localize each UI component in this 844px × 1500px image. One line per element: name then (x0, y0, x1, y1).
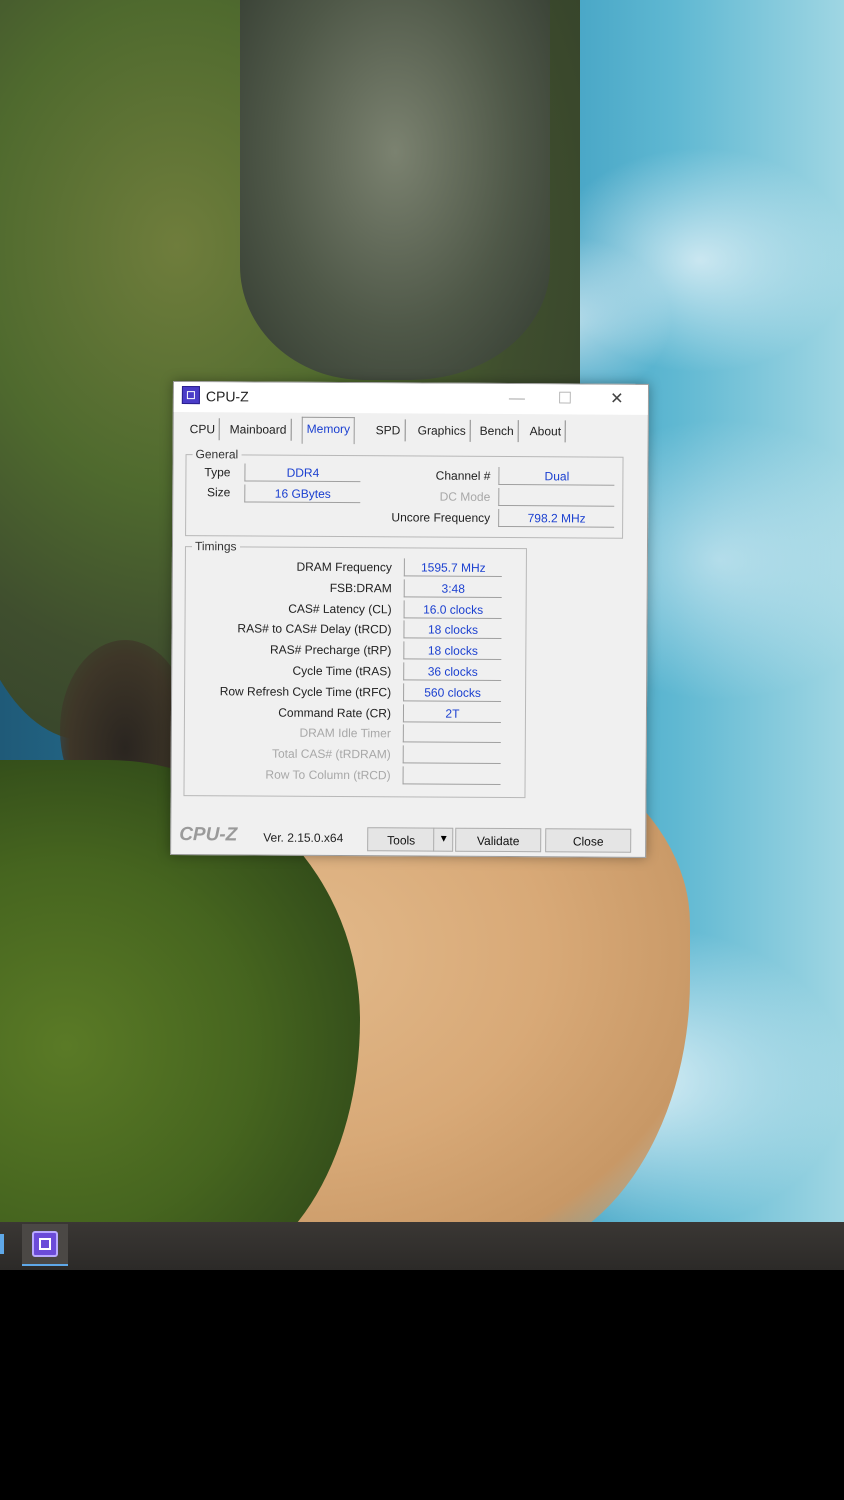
timings-group: Timings DRAM Frequency 1595.7 MHz FSB:DRAM… (183, 539, 527, 799)
uncore-frequency-label: Uncore Frequency (391, 510, 491, 525)
timing-label: Total CAS# (tRDRAM) (271, 746, 391, 762)
cpuz-app-icon (181, 386, 200, 405)
timing-value: 18 clocks (403, 641, 502, 661)
tab-mainboard[interactable]: Mainboard (225, 418, 292, 441)
timing-value: 36 clocks (403, 662, 502, 682)
close-window-button[interactable]: ✕ (594, 385, 640, 415)
general-group-label: General (192, 447, 242, 462)
timing-value: 18 clocks (403, 620, 502, 640)
timing-value: 3:48 (403, 579, 502, 598)
timing-label: Cycle Time (tRAS) (292, 663, 392, 679)
size-value: 16 GBytes (244, 484, 361, 504)
cpuz-window: CPU-Z — ☐ ✕ CPU Mainboard Memory SPD Gra… (170, 381, 649, 858)
timing-label: CAS# Latency (CL) (288, 601, 392, 616)
timing-label: RAS# to CAS# Delay (tRCD) (237, 621, 392, 637)
timing-value: 1595.7 MHz (403, 558, 502, 578)
validate-button[interactable]: Validate (455, 827, 542, 853)
taskbar-cpuz-button[interactable] (22, 1224, 68, 1266)
type-label: Type (204, 465, 231, 480)
wallpaper-rock (240, 0, 550, 380)
close-button[interactable]: Close (545, 828, 632, 853)
tab-graphics[interactable]: Graphics (413, 419, 471, 442)
dc-mode-value (498, 487, 615, 507)
tab-bench[interactable]: Bench (475, 419, 519, 443)
timing-label: DRAM Frequency (296, 559, 392, 575)
timing-value (402, 766, 501, 786)
channel-value: Dual (498, 466, 615, 486)
timing-label: FSB:DRAM (329, 580, 392, 596)
tab-cpu[interactable]: CPU (185, 418, 221, 441)
timing-value: 16.0 clocks (403, 600, 502, 619)
timings-group-label: Timings (191, 539, 240, 554)
timing-value (402, 745, 501, 765)
timing-label: Row Refresh Cycle Time (tRFC) (219, 684, 392, 700)
tab-bar: CPU Mainboard Memory SPD Graphics Bench … (185, 416, 636, 445)
timing-value (402, 724, 501, 744)
size-label: Size (206, 485, 231, 500)
channel-label: Channel # (435, 468, 491, 483)
tab-spd[interactable]: SPD (371, 419, 406, 442)
timing-label: RAS# Precharge (tRP) (269, 642, 392, 658)
footer-bar: CPU-Z Ver. 2.15.0.x64 Tools ▼ Validate C… (171, 818, 645, 857)
title-bar[interactable]: CPU-Z — ☐ ✕ (173, 382, 648, 415)
uncore-frequency-value: 798.2 MHz (498, 508, 615, 528)
maximize-button[interactable]: ☐ (542, 384, 588, 414)
version-text: Ver. 2.15.0.x64 (263, 830, 344, 846)
dc-mode-label: DC Mode (439, 489, 491, 504)
general-group: General Type DDR4 Size 16 GBytes Channel… (185, 447, 624, 539)
timing-value: 2T (402, 704, 502, 723)
minimize-button[interactable]: — (494, 384, 540, 414)
window-title: CPU-Z (205, 388, 249, 405)
tab-about[interactable]: About (525, 420, 567, 443)
cpuz-chip-icon (32, 1231, 58, 1257)
tools-dropdown-arrow-icon[interactable]: ▼ (433, 827, 454, 852)
type-value: DDR4 (244, 463, 361, 483)
screen-bezel (0, 1270, 844, 1500)
timing-label: Command Rate (CR) (278, 705, 392, 720)
cpuz-brand-logo: CPU-Z (179, 824, 238, 846)
timing-label: Row To Column (tRCD) (265, 767, 391, 783)
tab-memory[interactable]: Memory (301, 416, 356, 445)
taskbar-edge-indicator (0, 1234, 4, 1254)
timing-value: 560 clocks (403, 683, 502, 702)
timing-label: DRAM Idle Timer (299, 726, 391, 741)
taskbar (0, 1222, 844, 1270)
